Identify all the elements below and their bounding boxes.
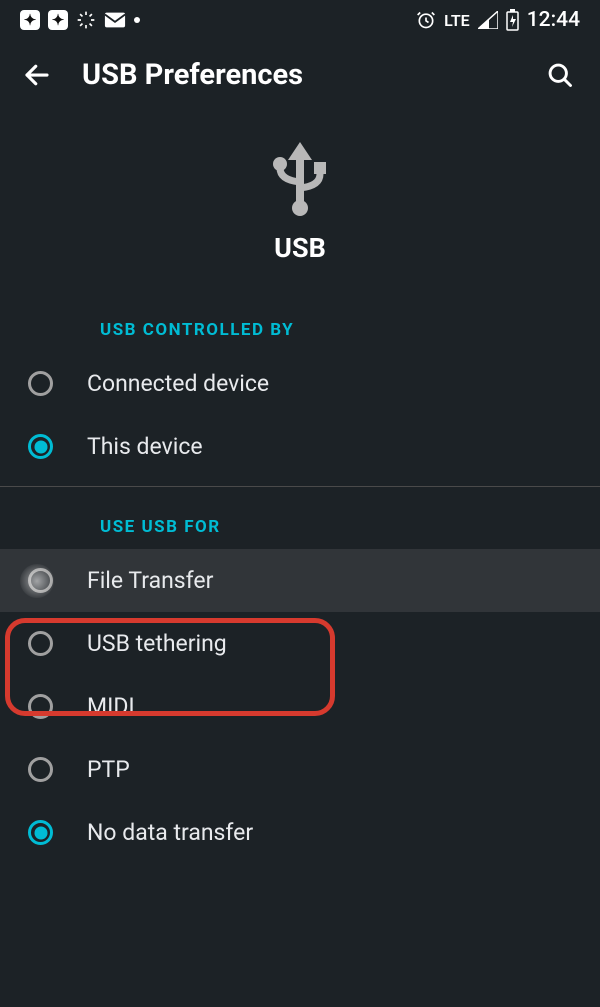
alarm-icon	[416, 10, 436, 30]
radio-file-transfer[interactable]: File Transfer	[0, 549, 600, 612]
section-header-use-for: USE USB FOR	[0, 487, 600, 549]
radio-midi[interactable]: MIDI	[0, 675, 600, 738]
radio-usb-tethering[interactable]: USB tethering	[0, 612, 600, 675]
option-label: No data transfer	[87, 819, 253, 846]
status-bar: ✦ ✦ LTE 12:44	[0, 0, 600, 40]
option-label: MIDI	[87, 693, 135, 720]
option-label: USB tethering	[87, 630, 227, 657]
option-label: This device	[87, 433, 203, 460]
radio-icon	[28, 694, 53, 719]
radio-icon	[28, 820, 53, 845]
messenger-icon: ✦	[20, 10, 40, 30]
radio-ptp[interactable]: PTP	[0, 738, 600, 801]
radio-icon	[28, 434, 53, 459]
sync-icon	[76, 10, 96, 30]
radio-icon	[28, 568, 53, 593]
radio-icon	[28, 371, 53, 396]
back-arrow-icon[interactable]	[22, 60, 52, 90]
radio-this-device[interactable]: This device	[0, 415, 600, 478]
option-label: File Transfer	[87, 567, 213, 594]
messenger-icon: ✦	[48, 10, 68, 30]
radio-connected-device[interactable]: Connected device	[0, 352, 600, 415]
clock: 12:44	[527, 8, 580, 32]
radio-no-data-transfer[interactable]: No data transfer	[0, 801, 600, 864]
radio-icon	[28, 631, 53, 656]
option-label: Connected device	[87, 370, 269, 397]
more-notifications-icon	[134, 17, 140, 23]
hero-label: USB	[274, 232, 326, 264]
status-left: ✦ ✦	[20, 10, 140, 30]
hero: USB	[0, 110, 600, 290]
mail-icon	[104, 11, 126, 29]
usb-icon	[270, 142, 330, 218]
option-label: PTP	[87, 756, 130, 783]
network-type-label: LTE	[444, 11, 470, 30]
battery-icon	[506, 9, 519, 31]
signal-icon	[478, 11, 498, 29]
section-header-controlled-by: USB CONTROLLED BY	[0, 290, 600, 352]
status-right: LTE 12:44	[416, 8, 580, 32]
page-title: USB Preferences	[82, 58, 516, 92]
app-bar: USB Preferences	[0, 40, 600, 110]
search-icon[interactable]	[546, 61, 574, 89]
radio-icon	[28, 757, 53, 782]
